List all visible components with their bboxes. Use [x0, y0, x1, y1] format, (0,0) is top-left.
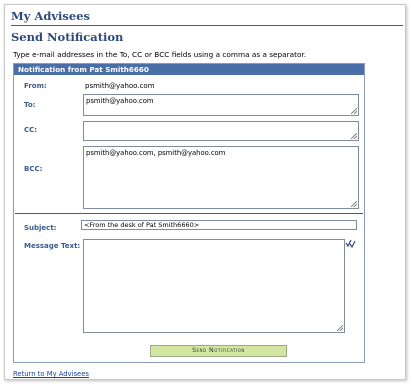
subject-label: Subject: — [24, 224, 57, 232]
section-divider — [15, 213, 363, 214]
return-to-advisees-link[interactable]: Return to My Advisees — [13, 370, 89, 378]
to-label: To: — [24, 101, 36, 109]
resize-grip-icon[interactable] — [337, 325, 343, 331]
from-value: psmith@yahoo.com — [85, 82, 155, 90]
instructions-text: Type e-mail addresses in the To, CC or B… — [13, 50, 307, 59]
subject-input[interactable]: <From the desk of Pat Smith6660> — [81, 220, 357, 230]
cc-field[interactable] — [83, 121, 359, 141]
resize-grip-icon[interactable] — [351, 108, 357, 114]
panel-header: Notification from Pat Smith6660 — [14, 64, 364, 75]
send-notification-button[interactable]: Send Notification — [150, 345, 287, 357]
content-frame: My Advisees Send Notification Type e-mai… — [4, 4, 406, 380]
bcc-field[interactable]: psmith@yahoo.com, psmith@yahoo.com — [83, 146, 359, 209]
resize-grip-icon[interactable] — [351, 133, 357, 139]
spell-check-icon[interactable] — [345, 239, 356, 248]
resize-grip-icon[interactable] — [351, 201, 357, 207]
page-title: My Advisees — [11, 9, 91, 23]
cc-label: CC: — [24, 126, 38, 134]
to-field-value: psmith@yahoo.com — [86, 97, 154, 105]
bcc-field-value: psmith@yahoo.com, psmith@yahoo.com — [86, 149, 226, 157]
message-textarea[interactable] — [83, 239, 345, 333]
bcc-label: BCC: — [24, 165, 43, 173]
message-label: Message Text: — [24, 242, 81, 250]
section-title: Send Notification — [11, 30, 124, 44]
to-field[interactable]: psmith@yahoo.com — [83, 94, 359, 116]
from-label: From: — [24, 82, 47, 90]
title-divider — [11, 25, 403, 26]
